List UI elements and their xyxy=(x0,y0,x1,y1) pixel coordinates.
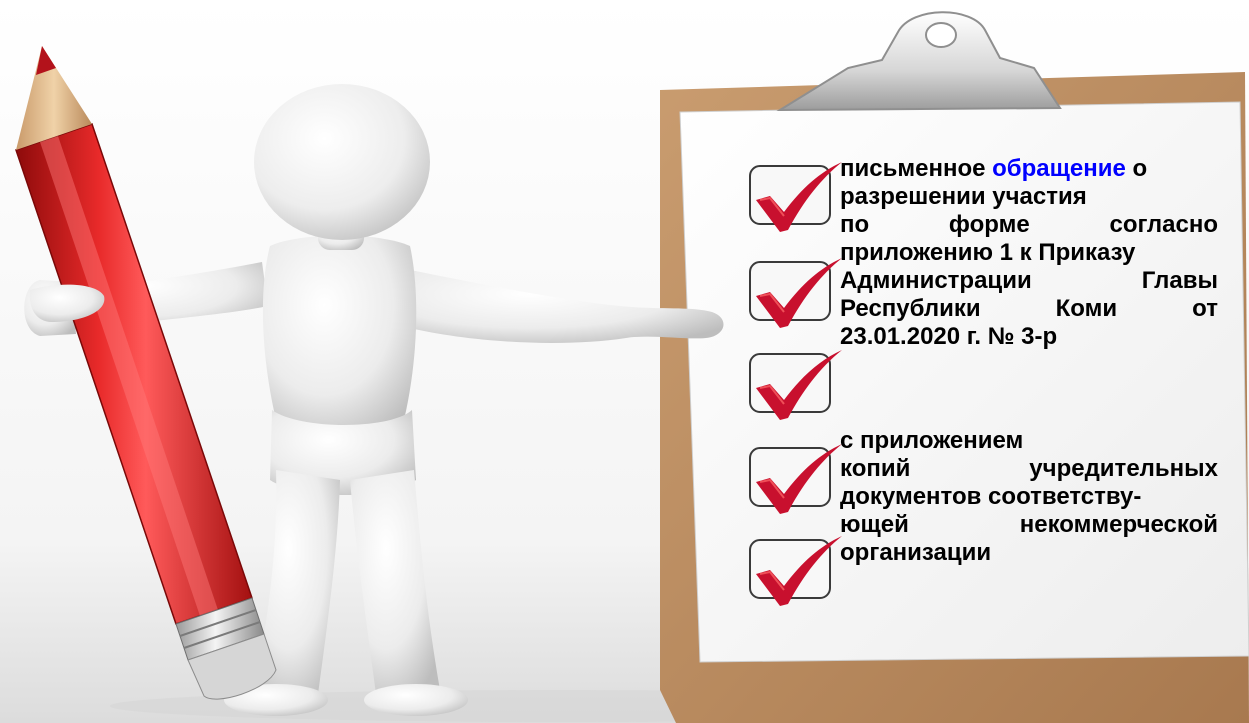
clipboard-icon xyxy=(660,11,1249,723)
text-appeal-word1: письменное xyxy=(840,155,986,182)
text-word: форме xyxy=(948,211,1030,238)
text-word: ющей xyxy=(840,511,909,538)
checklist-item-appeal: письменное обращение о разрешении участи… xyxy=(840,155,1218,351)
text-line-justified: копий учредительных xyxy=(840,455,1218,483)
text-word: копий xyxy=(840,455,911,482)
text-line: документов соответству- xyxy=(840,483,1142,510)
illustration xyxy=(0,0,1249,723)
text-word: учредительных xyxy=(1029,455,1218,482)
text-word: Республики xyxy=(840,295,981,322)
text-appeal-highlight: обращение xyxy=(992,155,1126,182)
text-line: организации xyxy=(840,539,992,566)
text-line-justified: по форме согласно xyxy=(840,211,1218,239)
text-word: по xyxy=(840,211,870,238)
text-word: от xyxy=(1192,295,1218,322)
text-line-justified: ющей некоммерческой xyxy=(840,511,1218,539)
text-line: с приложением xyxy=(840,427,1024,454)
text-word: Коми xyxy=(1055,295,1118,322)
text-word: некоммерческой xyxy=(1019,511,1218,538)
text-word: Главы xyxy=(1141,267,1218,294)
text-line: разрешении участия xyxy=(840,183,1087,210)
text-line: приложению 1 к Приказу xyxy=(840,239,1136,266)
text-word: согласно xyxy=(1109,211,1218,238)
text-line-justified: Республики Коми от xyxy=(840,295,1218,323)
text-appeal-word2: о xyxy=(1132,155,1148,182)
text-word: Администрации xyxy=(840,267,1032,294)
text-line: 23.01.2020 г. № 3-р xyxy=(840,323,1058,350)
checklist-item-documents: с приложением копий учредительных докуме… xyxy=(840,427,1218,567)
text-line-justified: Администрации Главы xyxy=(840,267,1218,295)
